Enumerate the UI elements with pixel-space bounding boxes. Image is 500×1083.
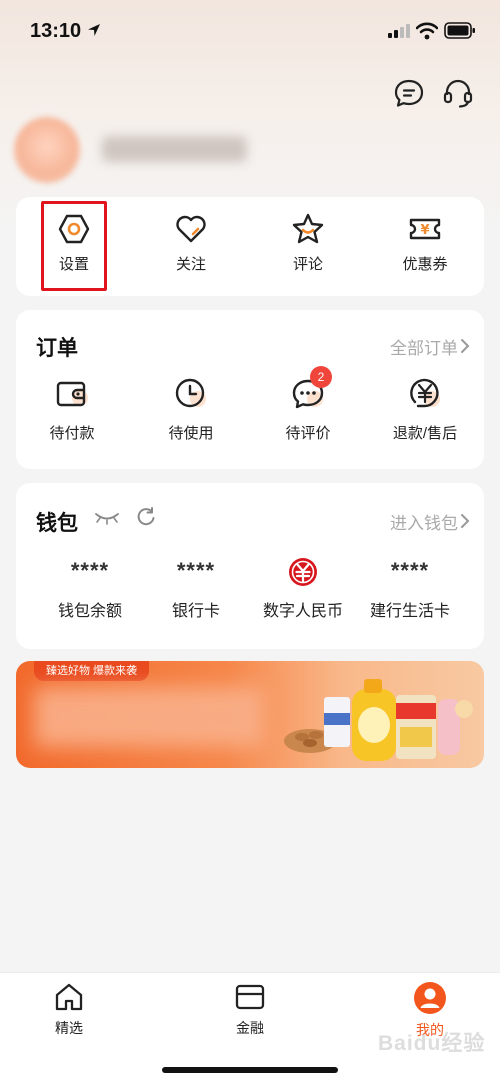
wallet-balance-item[interactable]: **** 钱包余额 (34, 555, 146, 621)
banner-tag: 臻选好物 爆款来袭 (34, 661, 150, 681)
pending-use-button[interactable]: 待使用 (141, 376, 241, 443)
signal-icon (388, 24, 410, 38)
tab-featured[interactable]: 精选 (29, 981, 109, 1038)
digital-rmb-item[interactable]: 数字人民币 (247, 555, 359, 621)
heart-icon (176, 215, 206, 243)
orders-card: 订单 全部订单 待付款 待使用 2 待评价 退款/售后 (16, 310, 484, 469)
digital-rmb-icon (289, 558, 317, 587)
message-icon[interactable] (392, 76, 426, 110)
wallet-icon (56, 381, 88, 407)
bank-card-value: **** (176, 558, 216, 583)
refund-after-sales-button[interactable]: 退款/售后 (375, 376, 475, 443)
refresh-icon[interactable] (136, 507, 156, 527)
refund-after-sales-label: 退款/售后 (392, 425, 458, 442)
coupon-icon: ¥ (409, 218, 441, 240)
home-indicator (162, 1067, 338, 1073)
status-bar: 13:10 (0, 0, 500, 62)
customer-service-icon[interactable] (441, 76, 475, 110)
bank-card-item[interactable]: **** 银行卡 (140, 555, 252, 621)
status-time: 13:10 (30, 20, 82, 42)
refund-yen-icon (410, 378, 440, 408)
battery-icon (444, 22, 475, 39)
digital-rmb-icon-wrap (247, 555, 359, 587)
hide-balance-eye-icon[interactable] (94, 511, 120, 525)
tab-finance[interactable]: 金融 (210, 981, 290, 1038)
review-count-badge: 2 (310, 366, 332, 388)
wifi-icon (416, 22, 438, 40)
promo-banner[interactable]: 臻选好物 爆款来袭 (16, 661, 484, 768)
pending-review-button[interactable]: 2 待评价 (258, 366, 358, 443)
home-icon (55, 983, 83, 1011)
orders-title: 订单 (36, 337, 78, 360)
clock-icon (175, 378, 206, 408)
ccb-life-card-label: 建行生活卡 (369, 603, 450, 620)
wallet-title: 钱包 (36, 512, 78, 535)
star-icon (292, 213, 324, 244)
settings-highlight-annotation (41, 201, 107, 291)
tab-featured-label: 精选 (55, 1020, 83, 1036)
ccb-life-card-value: **** (390, 558, 430, 583)
chevron-right-icon[interactable] (460, 338, 470, 354)
wallet-balance-value: **** (70, 558, 110, 583)
ccb-life-card-item[interactable]: **** 建行生活卡 (354, 555, 466, 621)
bank-card-label: 银行卡 (171, 603, 220, 620)
grocery-products-image (284, 679, 473, 761)
enter-wallet-link[interactable]: 进入钱包 (390, 509, 458, 534)
banner-text-blurred (34, 687, 264, 747)
user-icon (414, 982, 446, 1014)
svg-text:¥: ¥ (420, 223, 429, 238)
pending-payment-label: 待付款 (49, 425, 95, 442)
baidu-watermark: Baidu经验 (378, 1032, 486, 1055)
profile-username-blurred[interactable] (102, 136, 247, 162)
comments-label: 评论 (292, 256, 323, 273)
digital-rmb-label: 数字人民币 (262, 603, 343, 620)
card-icon (235, 984, 265, 1010)
chevron-right-icon[interactable] (460, 513, 470, 529)
profile-avatar[interactable] (14, 117, 80, 183)
location-arrow-icon (88, 24, 100, 36)
pending-payment-button[interactable]: 待付款 (22, 376, 122, 443)
pending-review-label: 待评价 (285, 425, 331, 442)
all-orders-link[interactable]: 全部订单 (390, 334, 458, 359)
coupons-label: 优惠券 (402, 256, 448, 273)
wallet-card: 钱包 进入钱包 **** 钱包余额 **** 银行卡 数字人民币 **** 建行… (16, 483, 484, 649)
comments-button[interactable]: 评论 (263, 211, 353, 274)
pending-use-label: 待使用 (168, 425, 214, 442)
wallet-balance-label: 钱包余额 (57, 603, 122, 620)
follow-button[interactable]: 关注 (146, 211, 236, 274)
tab-finance-label: 金融 (236, 1020, 264, 1036)
follow-label: 关注 (175, 256, 206, 273)
coupons-button[interactable]: ¥ 优惠券 (380, 211, 470, 274)
